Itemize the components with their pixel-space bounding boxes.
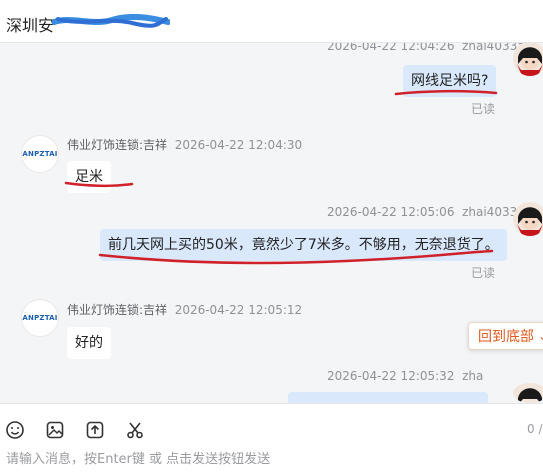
character-counter: 0 / xyxy=(527,422,543,436)
message-composer: 0 / 请输入消息，按Enter键 或 点击发送按钮发送 xyxy=(0,403,543,474)
message-meta: 2026-04-22 12:05:06 zhai4033a xyxy=(327,205,525,219)
shop-logo: ANPZTAI xyxy=(22,314,58,322)
red-underline xyxy=(98,249,494,265)
message-meta: 伟业灯饰连锁:吉祥 2026-04-22 12:05:12 xyxy=(67,301,302,318)
message-time: 2026-04-22 12:04:30 xyxy=(174,138,303,152)
read-status: 已读 xyxy=(471,266,496,280)
back-to-bottom-label: 回到底部 xyxy=(478,329,534,345)
chat-title: 深圳安 xyxy=(6,16,55,35)
message-meta: 伟业灯饰连锁:吉祥 2026-04-22 12:04:30 xyxy=(67,136,302,153)
upload-icon[interactable] xyxy=(84,419,106,441)
shop-logo: ANPZTAI xyxy=(22,150,58,158)
message-time: 2026-04-22 12:05:12 xyxy=(174,303,303,317)
scissors-icon[interactable] xyxy=(124,419,146,441)
message-list[interactable]: 2026-04-22 12:04:26 zhai4033a 网线足米吗? 已读 … xyxy=(0,43,543,403)
message-sender: zha xyxy=(462,369,484,383)
message-bubble[interactable]: 好的 xyxy=(67,327,111,359)
message-time: 2026-04-22 12:05:06 xyxy=(327,205,455,219)
avatar[interactable]: ANPZTAI xyxy=(21,299,59,337)
red-underline xyxy=(64,181,134,188)
message-input[interactable]: 请输入消息，按Enter键 或 点击发送按钮发送 xyxy=(6,448,270,467)
message-time: 2026-04-22 12:04:26 xyxy=(327,43,455,53)
back-to-bottom-button[interactable]: 回到底部 ⌄ xyxy=(468,322,543,350)
message-sender: 伟业灯饰连锁:吉祥 xyxy=(67,138,168,152)
message-meta: 2026-04-22 12:04:26 zhai4033a xyxy=(327,43,525,53)
read-status: 已读 xyxy=(471,102,496,116)
red-underline xyxy=(394,89,498,96)
chat-header: 深圳安 xyxy=(0,0,543,43)
avatar[interactable] xyxy=(513,202,543,236)
chevron-down-icon: ⌄ xyxy=(538,329,543,343)
avatar[interactable] xyxy=(513,383,543,403)
avatar[interactable]: ANPZTAI xyxy=(21,135,59,173)
emoji-icon[interactable] xyxy=(4,419,26,441)
image-icon[interactable] xyxy=(44,419,66,441)
redaction-scribble xyxy=(52,14,170,28)
message-meta: 2026-04-22 12:05:32 zha xyxy=(327,369,483,383)
avatar[interactable] xyxy=(513,43,543,76)
message-sender: 伟业灯饰连锁:吉祥 xyxy=(67,303,168,317)
message-time: 2026-04-22 12:05:32 xyxy=(327,369,455,383)
message-bubble[interactable] xyxy=(288,392,488,403)
